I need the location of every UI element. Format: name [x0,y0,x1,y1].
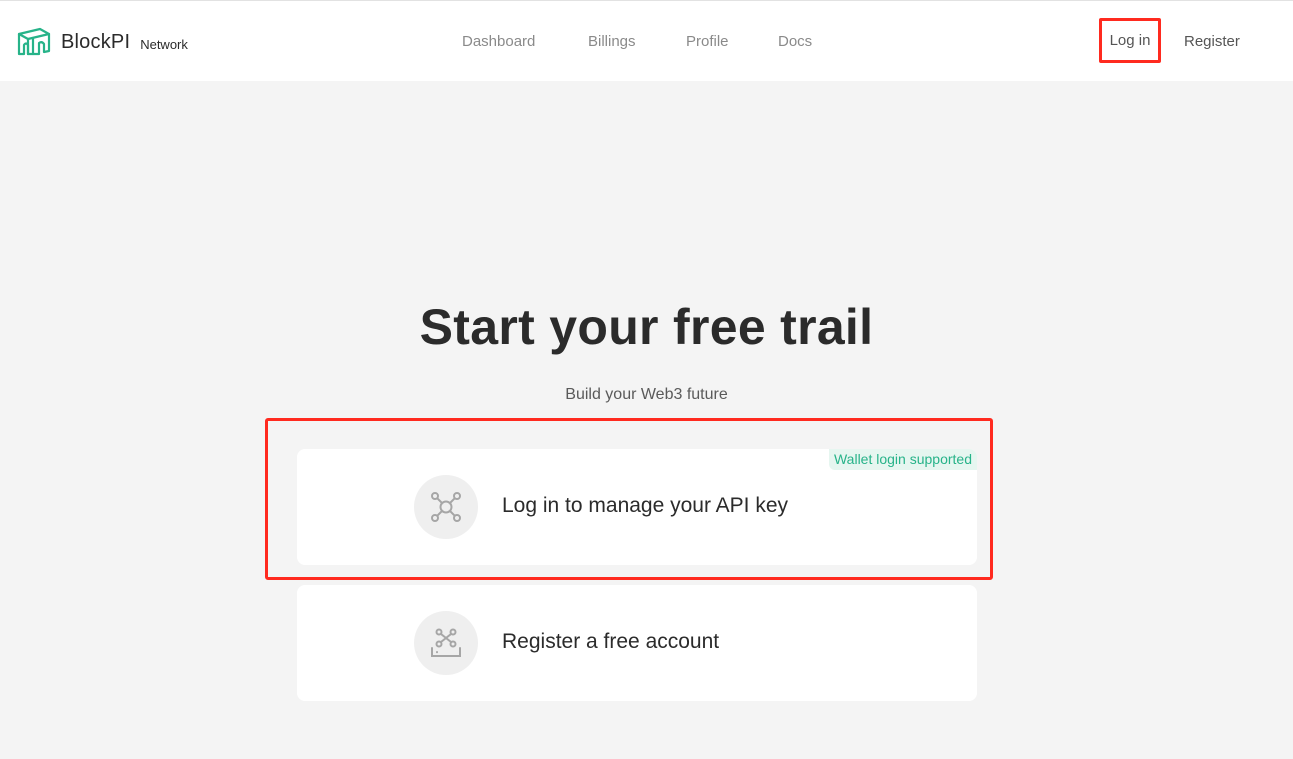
network-nodes-icon [414,475,478,539]
top-navigation-bar: BlockPI Network Dashboard Billings Profi… [0,0,1293,81]
wallet-login-badge: Wallet login supported [828,449,977,470]
page-title: Start your free trail [419,299,874,355]
register-card-label: Register a free account [502,630,720,653]
register-card[interactable]: Register a free account [297,585,977,701]
nav-item-profile[interactable]: Profile [686,33,729,50]
register-inbox-icon [414,611,478,675]
login-link[interactable]: Log in [1099,18,1161,63]
page-subtitle: Build your Web3 future [565,386,728,403]
login-card[interactable]: Wallet login supported Log in to manage … [297,449,977,565]
nav-item-billings[interactable]: Billings [588,33,636,50]
login-card-label: Log in to manage your API key [502,494,789,517]
nav-item-docs[interactable]: Docs [778,33,812,50]
nav-item-dashboard[interactable]: Dashboard [462,33,535,50]
register-link[interactable]: Register [1184,33,1240,50]
